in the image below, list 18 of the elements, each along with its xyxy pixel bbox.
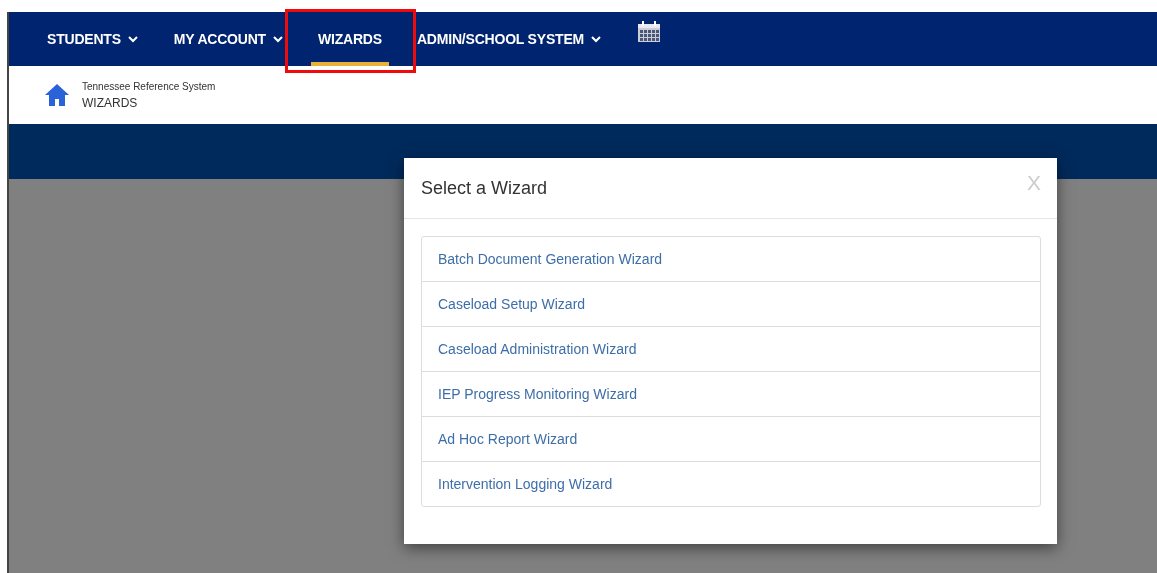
wizard-link[interactable]: Ad Hoc Report Wizard bbox=[422, 416, 1040, 461]
calendar-icon bbox=[637, 21, 661, 43]
nav-tab[interactable]: WIZARDS bbox=[301, 12, 399, 66]
wizard-link[interactable]: Caseload Setup Wizard bbox=[422, 281, 1040, 326]
caret-icon bbox=[273, 35, 283, 43]
caret-icon bbox=[127, 35, 138, 43]
caret-icon bbox=[591, 35, 601, 43]
nav-menu[interactable]: ADMIN/SCHOOL SYSTEM bbox=[398, 12, 619, 66]
wizard-link[interactable]: Batch Document Generation Wizard bbox=[422, 237, 1040, 281]
wizard-link[interactable]: Intervention Logging Wizard bbox=[422, 461, 1040, 506]
home-icon[interactable] bbox=[44, 83, 70, 107]
wizard-link[interactable]: Caseload Administration Wizard bbox=[422, 326, 1040, 371]
wizard-link[interactable]: IEP Progress Monitoring Wizard bbox=[422, 371, 1040, 416]
nav-menu[interactable]: STUDENTS bbox=[29, 12, 156, 66]
system-name: Tennessee Reference System bbox=[82, 80, 216, 92]
dialog-title: Select a Wizard bbox=[421, 177, 548, 199]
page-title: WIZARDS bbox=[82, 95, 139, 110]
nav-menu[interactable]: MY ACCOUNT bbox=[155, 12, 301, 66]
